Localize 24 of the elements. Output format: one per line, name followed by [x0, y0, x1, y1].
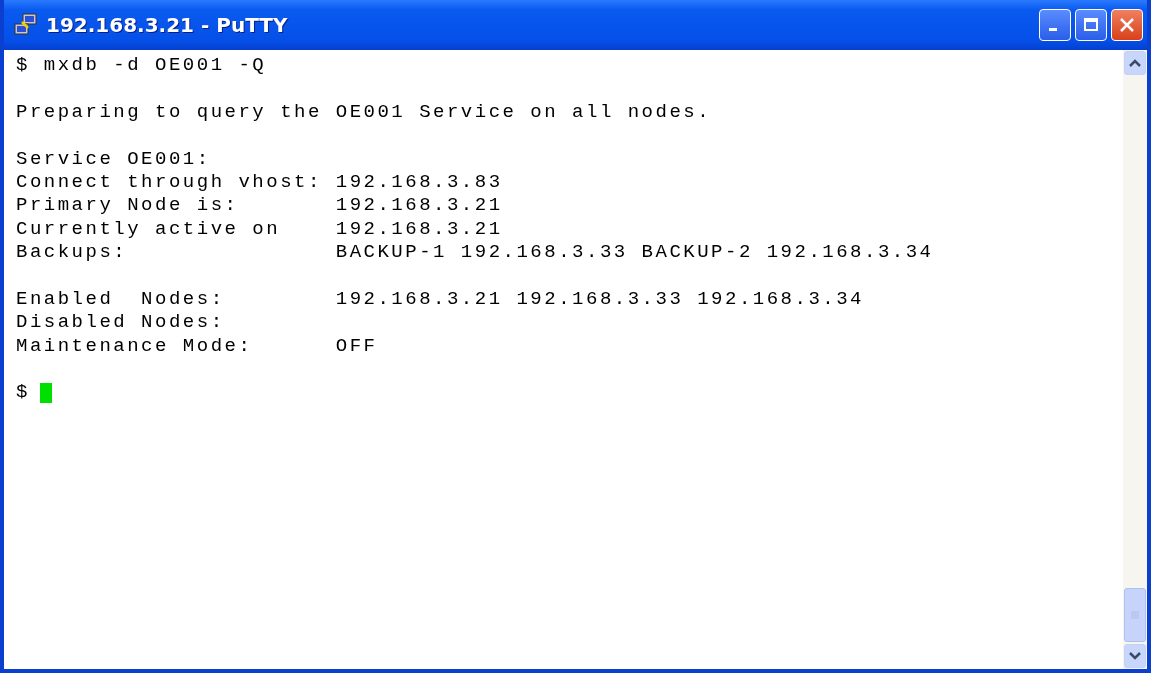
terminal-line: Backups: BACKUP-1 192.168.3.33 BACKUP-2 192.168.3.34 — [16, 241, 935, 265]
close-button[interactable] — [1111, 9, 1143, 41]
terminal-line: Primary Node is: 192.168.3.21 — [16, 194, 504, 218]
chevron-down-icon — [1129, 652, 1141, 660]
maximize-button[interactable] — [1075, 9, 1107, 41]
terminal-line: Preparing to query the OE001 Service on all nodes. — [16, 100, 713, 125]
minimize-button[interactable] — [1039, 9, 1071, 41]
minimize-icon — [1049, 27, 1057, 31]
terminal-line: Service OE001: — [16, 147, 212, 171]
scroll-down-button[interactable] — [1124, 644, 1146, 668]
terminal-line: Disabled Nodes: — [16, 311, 226, 335]
terminal-line: Currently active on 192.168.3.21 — [16, 217, 504, 242]
text-cursor — [39, 383, 52, 404]
chevron-up-icon — [1129, 59, 1141, 67]
networked-computers-icon — [14, 13, 38, 37]
terminal-line: Connect through vhost: 192.168.3.83 — [16, 170, 504, 195]
shell-prompt: $ — [16, 381, 30, 405]
terminal-line: Enabled Nodes: 192.168.3.21 192.168.3.33 192.168.3.34 — [16, 287, 865, 312]
scroll-thumb[interactable] — [1124, 588, 1146, 642]
terminal-line: Maintenance Mode: OFF — [16, 334, 379, 359]
terminal-line: $ mxdb -d OE001 -Q — [16, 54, 268, 78]
vertical-scrollbar[interactable] — [1123, 50, 1147, 669]
scroll-up-button[interactable] — [1124, 51, 1146, 75]
window-title: 192.168.3.21 - PuTTY — [46, 13, 288, 37]
